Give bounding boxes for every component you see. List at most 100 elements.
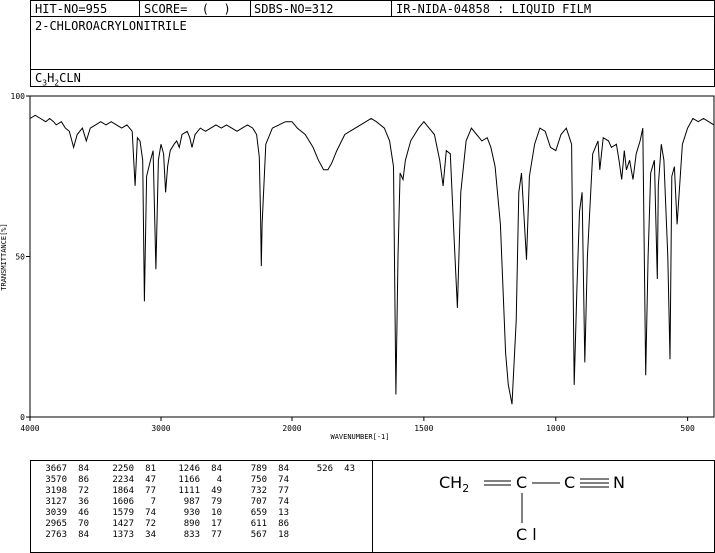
peak-wavenumber: 707 xyxy=(250,497,267,507)
ir-spectrum-chart: 0 50 100 4000 3000 2000 1500 1000 500 TRANSMITT… xyxy=(0,92,715,441)
peak-transmittance: 70 xyxy=(78,519,89,529)
peak-wavenumber: 3198 xyxy=(45,486,67,496)
peak-column: 3667 84 3570 86 3198 72 3127 36 3039 46 2965 70 2763… xyxy=(37,464,89,541)
peak-row: 833 77 xyxy=(170,530,222,541)
spectrum-line xyxy=(29,114,715,405)
x-tick-label: 500 xyxy=(680,424,695,433)
peak-wavenumber: 1111 xyxy=(178,486,200,496)
peak-transmittance: 77 xyxy=(278,486,289,496)
y-tick-label: 100 xyxy=(11,92,26,101)
peak-row: 1427 72 xyxy=(104,519,156,530)
x-axis-label: WAVENUMBER[-1] xyxy=(330,433,389,441)
peak-wavenumber: 2965 xyxy=(45,519,67,529)
peak-wavenumber: 526 xyxy=(316,464,333,474)
peak-transmittance: 46 xyxy=(78,508,89,518)
peak-row: 1111 49 xyxy=(170,486,222,497)
peak-row: 1606 7 xyxy=(104,497,156,508)
peak-wavenumber: 567 xyxy=(250,530,267,540)
peak-row: 2234 47 xyxy=(104,475,156,486)
x-tick-label: 2000 xyxy=(282,424,301,433)
peak-row: 1166 4 xyxy=(170,475,222,486)
peak-column: 789 84 750 74 732 77 707 74 659 13 611 86 567 18 xyxy=(237,464,289,541)
peak-row: 1579 74 xyxy=(104,508,156,519)
peak-wavenumber: 890 xyxy=(183,519,200,529)
peak-transmittance: 10 xyxy=(211,508,222,518)
peak-row: 732 77 xyxy=(237,486,289,497)
peak-row: 3570 86 xyxy=(37,475,89,486)
peak-row: 1373 34 xyxy=(104,530,156,541)
nitrile-carbon: C xyxy=(564,473,576,492)
peak-transmittance: 72 xyxy=(145,519,156,529)
peak-row: 707 74 xyxy=(237,497,289,508)
peak-wavenumber: 2234 xyxy=(112,475,134,485)
x-axis: 4000 3000 2000 1500 1000 500 xyxy=(20,417,695,433)
peak-transmittance: 18 xyxy=(278,530,289,540)
peak-wavenumber: 732 xyxy=(250,486,267,496)
peak-transmittance: 7 xyxy=(150,497,156,507)
peak-row: 3667 84 xyxy=(37,464,89,475)
peak-row: 750 74 xyxy=(237,475,289,486)
bonds xyxy=(484,478,609,523)
peak-wavenumber: 1373 xyxy=(112,530,134,540)
nitrogen: N xyxy=(613,473,625,492)
peak-wavenumber: 1246 xyxy=(178,464,200,474)
peak-wavenumber: 2763 xyxy=(45,530,67,540)
chemical-structure: CH2 C C N C l xyxy=(373,461,714,552)
peak-transmittance: 74 xyxy=(278,475,289,485)
peak-transmittance: 86 xyxy=(78,475,89,485)
peak-wavenumber: 611 xyxy=(250,519,267,529)
y-tick-label: 0 xyxy=(20,413,25,422)
peak-column: 2250 81 2234 47 1864 77 1606 7 1579 74 1427 72 1373 3… xyxy=(104,464,156,541)
peak-wavenumber: 789 xyxy=(250,464,267,474)
peak-row: 611 86 xyxy=(237,519,289,530)
peak-row: 987 79 xyxy=(170,497,222,508)
peak-wavenumber: 987 xyxy=(183,497,200,507)
peak-row: 930 10 xyxy=(170,508,222,519)
y-axis-label: TRANSMITTANCE[%] xyxy=(0,223,8,290)
peak-wavenumber: 1864 xyxy=(112,486,134,496)
peak-transmittance: 43 xyxy=(344,464,355,474)
peak-row: 1246 84 xyxy=(170,464,222,475)
peak-row: 789 84 xyxy=(237,464,289,475)
peak-column: 526 43 xyxy=(303,464,355,475)
peak-wavenumber: 3039 xyxy=(45,508,67,518)
peak-column: 1246 84 1166 4 1111 49 987 79 930 10 890 17 833 77 xyxy=(170,464,222,541)
y-tick-label: 50 xyxy=(15,253,25,262)
y-axis: 0 50 100 xyxy=(11,92,30,422)
peak-wavenumber: 659 xyxy=(250,508,267,518)
peak-transmittance: 4 xyxy=(216,475,222,485)
peak-wavenumber: 1579 xyxy=(112,508,134,518)
peak-wavenumber: 1606 xyxy=(112,497,134,507)
peak-transmittance: 74 xyxy=(278,497,289,507)
peak-wavenumber: 1427 xyxy=(112,519,134,529)
peak-row: 3127 36 xyxy=(37,497,89,508)
x-tick-label: 1000 xyxy=(546,424,565,433)
chlorine: C l xyxy=(516,525,537,544)
peak-wavenumber: 750 xyxy=(250,475,267,485)
peak-row: 567 18 xyxy=(237,530,289,541)
peak-transmittance: 79 xyxy=(211,497,222,507)
peak-row: 2965 70 xyxy=(37,519,89,530)
peak-transmittance: 84 xyxy=(211,464,222,474)
peak-transmittance: 47 xyxy=(145,475,156,485)
peak-row: 2250 81 xyxy=(104,464,156,475)
peak-transmittance: 84 xyxy=(78,530,89,540)
peak-transmittance: 17 xyxy=(211,519,222,529)
peak-transmittance: 74 xyxy=(145,508,156,518)
peak-row: 526 43 xyxy=(303,464,355,475)
peak-transmittance: 77 xyxy=(211,530,222,540)
peak-wavenumber: 3570 xyxy=(45,475,67,485)
peak-transmittance: 13 xyxy=(278,508,289,518)
peak-row: 3039 46 xyxy=(37,508,89,519)
peak-row: 1864 77 xyxy=(104,486,156,497)
peak-wavenumber: 833 xyxy=(183,530,200,540)
peak-transmittance: 77 xyxy=(145,486,156,496)
peak-row: 2763 84 xyxy=(37,530,89,541)
x-tick-label: 4000 xyxy=(20,424,39,433)
x-tick-label: 1500 xyxy=(414,424,433,433)
peak-transmittance: 36 xyxy=(78,497,89,507)
peak-wavenumber: 930 xyxy=(183,508,200,518)
peak-row: 659 13 xyxy=(237,508,289,519)
peak-transmittance: 49 xyxy=(211,486,222,496)
peak-transmittance: 34 xyxy=(145,530,156,540)
